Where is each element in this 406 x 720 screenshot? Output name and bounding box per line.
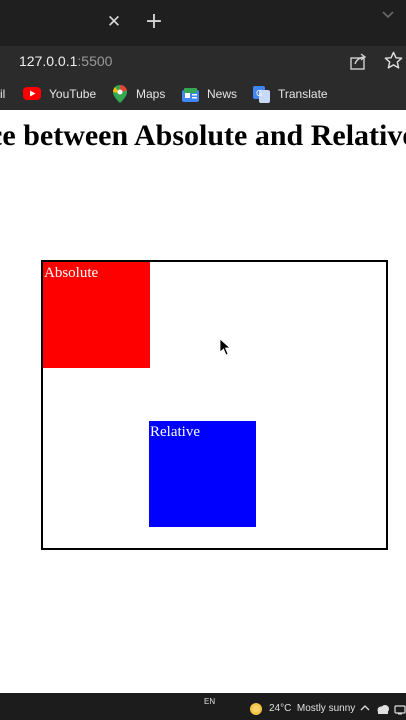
bookmark-gmail[interactable]: il <box>0 80 14 108</box>
absolute-box: Absolute <box>43 262 150 368</box>
taskbar: EN 24°C Mostly sunny <box>0 693 406 720</box>
weather-condition: Mostly sunny <box>296 703 356 714</box>
url-port: :5500 <box>77 53 113 69</box>
tab-strip: ✕ + <box>0 0 406 46</box>
absolute-box-label: Absolute <box>44 265 99 281</box>
translate-icon: G <box>253 86 270 103</box>
bookmark-label: Translate <box>278 87 328 101</box>
new-tab-icon[interactable]: + <box>144 11 164 33</box>
maps-icon <box>113 85 127 103</box>
bookmark-translate[interactable]: G Translate <box>253 80 328 108</box>
relative-box-label: Relative <box>150 424 200 440</box>
bookmark-label: YouTube <box>49 87 97 101</box>
bookmark-news[interactable]: News <box>182 80 238 108</box>
bookmark-youtube[interactable]: YouTube <box>23 80 98 108</box>
news-icon <box>182 88 199 102</box>
sun-icon <box>250 703 262 715</box>
web-page: Difference between Absolute and Relative… <box>0 110 406 693</box>
bookmark-label: News <box>207 87 238 101</box>
bookmark-label: Maps <box>136 87 166 101</box>
relative-box: Relative <box>149 421 256 527</box>
close-tab-icon[interactable]: ✕ <box>106 13 122 31</box>
weather-widget[interactable]: 24°C Mostly sunny <box>269 703 355 715</box>
mouse-cursor-icon <box>219 338 231 356</box>
url-host: 127.0.0.1 <box>19 53 78 69</box>
bookmarks-bar: il YouTube Maps News G Translate <box>0 80 406 110</box>
youtube-icon <box>23 87 41 100</box>
tab-search-icon[interactable] <box>380 8 396 22</box>
bookmark-star-icon[interactable] <box>384 51 403 70</box>
relative-container: Absolute Relative <box>41 260 388 550</box>
svg-text:G: G <box>256 89 262 98</box>
cloud-icon <box>377 705 389 714</box>
page-heading: Difference between Absolute and Relative <box>0 119 406 152</box>
network-icon[interactable] <box>394 703 406 715</box>
language-indicator[interactable]: EN <box>204 697 215 707</box>
url-field[interactable]: 127.0.0.1:5500 <box>0 46 330 76</box>
share-icon[interactable] <box>349 52 368 71</box>
bookmark-label: il <box>0 87 6 101</box>
temperature: 24°C <box>269 703 292 714</box>
chevron-up-icon[interactable] <box>360 703 370 713</box>
bookmark-maps[interactable]: Maps <box>113 80 168 108</box>
address-bar: 127.0.0.1:5500 <box>0 46 406 80</box>
